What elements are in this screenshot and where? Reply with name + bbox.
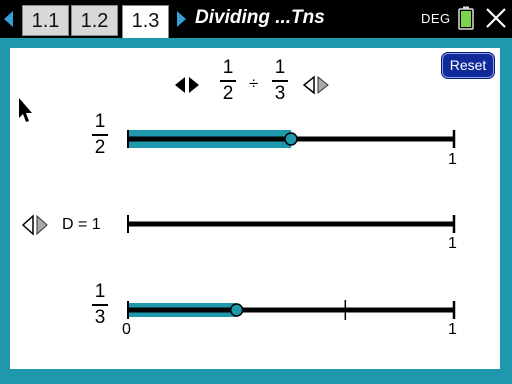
battery-icon: [458, 6, 474, 30]
angle-mode-indicator: DEG: [421, 11, 451, 26]
divisor-fraction: 1 3: [270, 58, 290, 104]
calculator-screen: 1.1 1.2 1.3 Dividing ...Tns DEG Reset 1 …: [0, 0, 512, 384]
divisor-point[interactable]: [229, 303, 244, 317]
divisor-numerator: 1: [274, 57, 286, 78]
cursor-icon: [19, 98, 32, 122]
divisor-number-line: [127, 300, 456, 320]
tab-1-3[interactable]: 1.3: [122, 5, 169, 39]
divisor-line-denominator: 3: [94, 307, 106, 328]
fraction-bar: [272, 80, 288, 82]
d-number-line: [127, 215, 456, 233]
geometry-canvas[interactable]: Reset 1 2 ÷ 1 3 1 2 1 D = 1 1 1 3 0 1: [10, 48, 500, 369]
dividend-fraction: 1 2: [218, 58, 238, 104]
d-line-end-label: 1: [448, 235, 457, 252]
tab-1-2[interactable]: 1.2: [71, 5, 118, 36]
dividend-number-line: [127, 130, 456, 148]
d-line-label: D = 1: [62, 216, 101, 233]
reset-button[interactable]: Reset: [442, 53, 494, 78]
divisor-adjust-arrows-icon[interactable]: [302, 75, 329, 95]
app-frame: Reset 1 2 ÷ 1 3 1 2 1 D = 1 1 1 3 0 1: [0, 38, 512, 384]
dividend-line-denominator: 2: [94, 137, 106, 158]
divisor-line-label: 1 3: [90, 282, 110, 328]
fraction-bar: [92, 304, 108, 306]
fraction-bar: [92, 134, 108, 136]
divisor-line-start-label: 0: [122, 321, 131, 338]
close-icon[interactable]: [485, 6, 507, 30]
divisor-line-end-label: 1: [448, 321, 457, 338]
fraction-bar: [220, 80, 236, 82]
division-operator: ÷: [249, 74, 259, 93]
number-lines-drawing: [19, 75, 456, 320]
divisor-line-numerator: 1: [94, 281, 106, 302]
scroll-tabs-right-icon[interactable]: [177, 11, 186, 27]
divisor-denominator: 3: [274, 83, 286, 104]
dividend-denominator: 2: [222, 83, 234, 104]
top-bar: 1.1 1.2 1.3 Dividing ...Tns DEG: [0, 0, 512, 39]
dividend-line-numerator: 1: [94, 111, 106, 132]
dividend-adjust-arrows-icon[interactable]: [175, 77, 199, 93]
dividend-line-label: 1 2: [90, 112, 110, 158]
dividend-line-end-label: 1: [448, 151, 457, 168]
dividend-point[interactable]: [284, 132, 298, 146]
d-adjust-arrows-icon[interactable]: [21, 214, 48, 236]
document-title: Dividing ...Tns: [195, 7, 325, 28]
tab-1-1[interactable]: 1.1: [22, 5, 69, 36]
dividend-numerator: 1: [222, 57, 234, 78]
scroll-tabs-left-icon[interactable]: [4, 11, 13, 27]
